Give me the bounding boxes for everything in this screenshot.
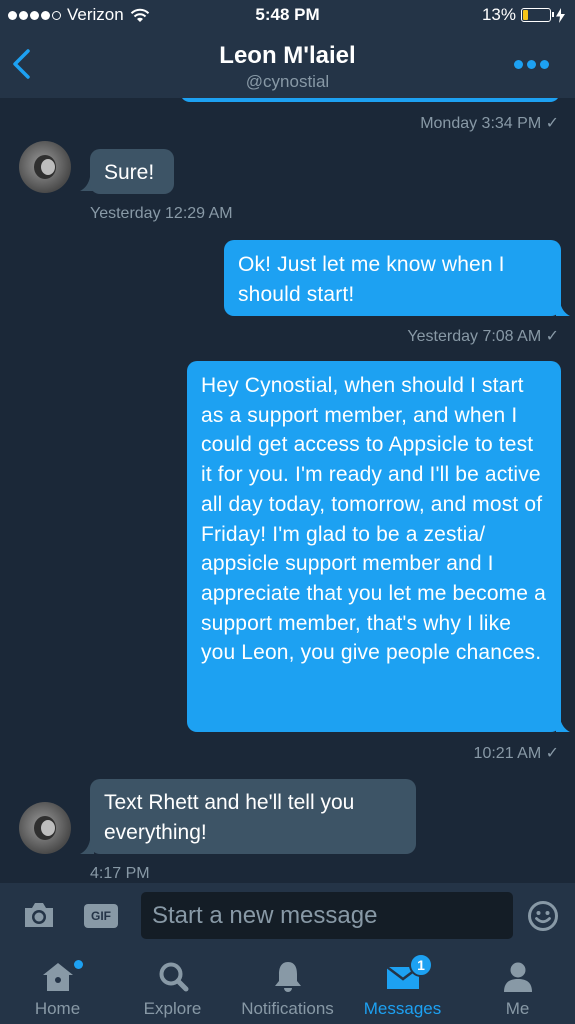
unread-badge: 1 — [409, 953, 433, 977]
tab-messages[interactable]: 1 Messages — [345, 948, 460, 1024]
camera-icon[interactable] — [22, 900, 56, 930]
tab-label: Messages — [363, 999, 442, 1018]
contact-name[interactable]: Leon M'laiel — [0, 42, 575, 70]
gif-button[interactable]: GIF — [84, 904, 118, 928]
emoji-icon[interactable] — [527, 900, 559, 932]
search-icon — [159, 962, 188, 992]
battery-percent: 13% — [481, 5, 516, 24]
tab-bar: Home Explore Notifications 1 Messages Me — [0, 948, 575, 1024]
tab-me[interactable]: Me — [460, 948, 575, 1024]
avatar[interactable] — [19, 802, 71, 854]
message-timestamp: Yesterday 7:08 AM ✓ — [407, 328, 559, 345]
message-timestamp: 4:17 PM — [90, 865, 150, 882]
new-content-dot — [74, 960, 83, 969]
tab-label: Explore — [143, 999, 202, 1018]
message-thread[interactable]: Monday 3:34 PM ✓ Sure! Yesterday 12:29 A… — [0, 98, 575, 882]
message-bubble-outgoing[interactable]: Ok! Just let me know when I should start… — [224, 240, 561, 316]
message-bubble-outgoing[interactable] — [180, 98, 560, 102]
home-icon — [42, 963, 73, 991]
contact-handle: @cynostial — [245, 72, 330, 91]
more-options-icon[interactable] — [514, 60, 549, 69]
battery-icon — [521, 8, 554, 22]
tab-home[interactable]: Home — [0, 948, 115, 1024]
bubble-tail — [556, 718, 570, 732]
message-timestamp: Monday 3:34 PM ✓ — [420, 115, 559, 132]
tab-label: Home — [34, 999, 81, 1018]
status-bar: Verizon 5:48 PM 13% — [0, 0, 575, 32]
tab-notifications[interactable]: Notifications — [230, 948, 345, 1024]
message-bubble-outgoing[interactable]: Hey Cynostial, when should I start as a … — [187, 361, 561, 732]
message-timestamp: 10:21 AM ✓ — [473, 745, 559, 762]
new-message-input[interactable] — [141, 892, 513, 939]
tab-label: Me — [505, 999, 530, 1018]
charging-bolt-icon — [556, 7, 565, 23]
battery-group: 13% — [482, 5, 565, 25]
person-icon — [503, 962, 532, 992]
conversation-header: Leon M'laiel @cynostial — [0, 32, 575, 98]
message-bubble-incoming[interactable]: Sure! — [90, 149, 174, 194]
message-bubble-incoming[interactable]: Text Rhett and he'll tell you everything… — [90, 779, 416, 854]
bell-icon — [274, 962, 301, 992]
tab-explore[interactable]: Explore — [115, 948, 230, 1024]
message-composer: GIF — [0, 882, 575, 948]
bubble-tail — [556, 302, 570, 316]
avatar[interactable] — [19, 141, 71, 193]
tab-label: Notifications — [241, 999, 334, 1018]
message-timestamp: Yesterday 12:29 AM — [90, 205, 233, 222]
